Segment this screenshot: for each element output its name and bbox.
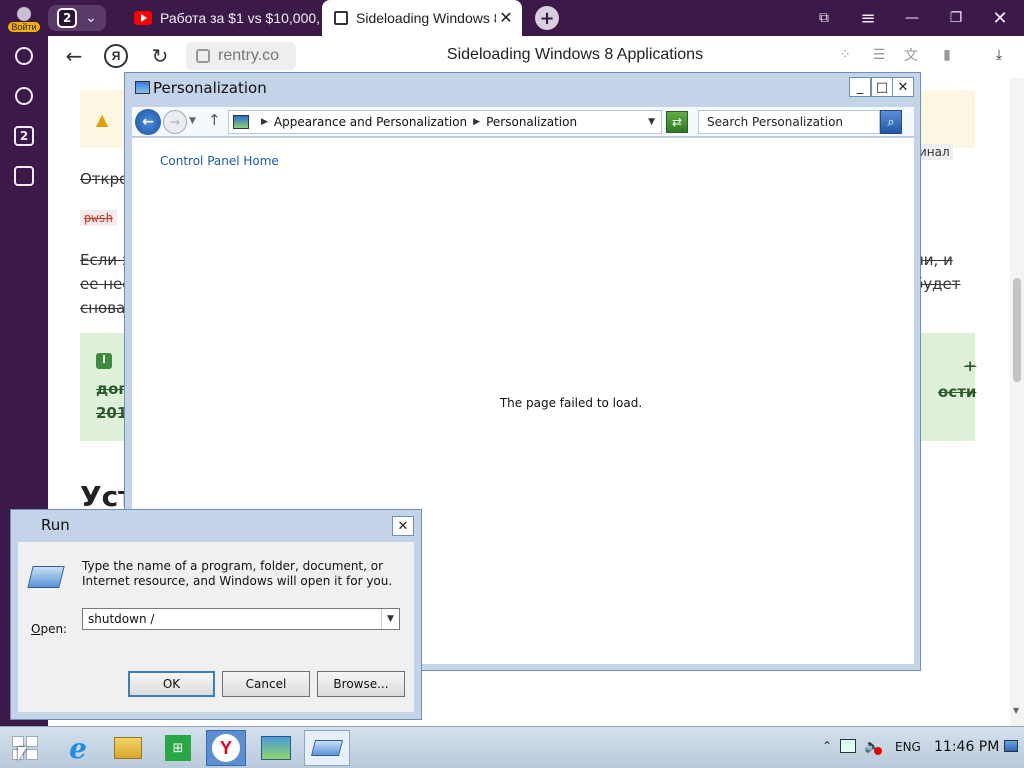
- avatar-icon: [17, 6, 31, 21]
- translate-icon[interactable]: 文: [902, 46, 920, 64]
- breadcrumb-personalization[interactable]: Personalization: [486, 115, 577, 129]
- url-field[interactable]: rentry.co: [186, 42, 296, 70]
- minimize-icon[interactable]: —: [900, 6, 924, 30]
- scrollbar[interactable]: ▼: [1010, 78, 1024, 726]
- file-explorer-icon[interactable]: [108, 730, 148, 766]
- tab-strip: Войти 2 ⌄ Работа за $1 vs $10,000,00 Sid…: [0, 0, 1024, 36]
- run-dialog: Run ✕ Type the name of a program, folder…: [10, 509, 422, 720]
- internet-explorer-icon[interactable]: e: [58, 730, 98, 766]
- scroll-down-icon[interactable]: ▼: [1013, 706, 1021, 715]
- control-panel-icon: [233, 115, 249, 129]
- language-indicator[interactable]: ENG: [895, 740, 921, 754]
- control-panel-home-link[interactable]: Control Panel Home: [160, 154, 279, 168]
- title-bar[interactable]: Personalization: [125, 73, 920, 103]
- cancel-button[interactable]: Cancel: [222, 671, 310, 697]
- reader-icon[interactable]: ☰: [870, 46, 888, 64]
- error-message: The page failed to load.: [499, 396, 643, 410]
- menu-icon[interactable]: ≡: [856, 6, 880, 30]
- download-icon[interactable]: ⤓: [990, 46, 1008, 64]
- mute-badge-icon: [874, 747, 882, 755]
- network-icon[interactable]: [840, 739, 856, 753]
- ok-button[interactable]: OK: [128, 671, 215, 697]
- apps-icon[interactable]: ⁘: [836, 46, 854, 64]
- rentry-icon: [334, 11, 348, 25]
- close-button[interactable]: ✕: [892, 77, 914, 97]
- video-icon[interactable]: [12, 84, 36, 108]
- info-text-tail: + ости: [938, 357, 977, 401]
- up-arrow-icon[interactable]: ↑: [208, 111, 221, 129]
- window-title: Personalization: [153, 79, 267, 97]
- restore-icon[interactable]: ❐: [944, 6, 968, 30]
- control-panel-taskbar-icon[interactable]: [256, 730, 296, 766]
- close-tab-icon[interactable]: ✕: [496, 8, 516, 28]
- forward-icon[interactable]: →: [163, 110, 187, 134]
- tabs-icon[interactable]: 2: [12, 124, 36, 148]
- close-icon[interactable]: ✕: [988, 6, 1012, 30]
- paragraph: Откро: [80, 170, 129, 188]
- camera-icon[interactable]: [12, 164, 36, 188]
- yandex-icon[interactable]: Я: [104, 44, 128, 68]
- history-icon[interactable]: [12, 44, 36, 68]
- inline-code: инал: [916, 144, 953, 160]
- breadcrumb-arrow-icon[interactable]: ▶: [261, 117, 268, 127]
- youtube-icon: [134, 11, 152, 25]
- new-tab-button[interactable]: +: [535, 6, 559, 30]
- back-arrow-icon[interactable]: ←: [62, 44, 86, 68]
- maximize-button[interactable]: □: [871, 77, 893, 97]
- bookmarks-panel-icon[interactable]: ⧉: [812, 6, 836, 30]
- run-icon: [27, 566, 65, 588]
- dialog-title: Run: [41, 516, 70, 534]
- title-bar[interactable]: Run: [11, 510, 421, 540]
- tab-youtube[interactable]: Работа за $1 vs $10,000,00: [124, 0, 320, 36]
- tab-title: Работа за $1 vs $10,000,00: [160, 10, 320, 26]
- breadcrumb-arrow-icon[interactable]: ▶: [473, 117, 480, 127]
- tabs-overview-button[interactable]: 2 ⌄: [48, 5, 106, 31]
- refresh-icon[interactable]: ⇄: [666, 111, 688, 133]
- dialog-body: Type the name of a program, folder, docu…: [18, 542, 414, 712]
- open-label: Open:: [31, 622, 68, 636]
- minimize-button[interactable]: _: [849, 77, 871, 97]
- open-input[interactable]: [83, 609, 381, 629]
- show-desktop-icon[interactable]: [1004, 740, 1018, 752]
- scroll-thumb[interactable]: [1013, 278, 1021, 382]
- address-dropdown-icon[interactable]: ▼: [648, 117, 655, 127]
- taskbar: e ⊞ Y ⌃ 🔈 ENG 11:46 PM: [0, 726, 1024, 768]
- show-hidden-icons-icon[interactable]: ⌃: [822, 739, 832, 753]
- search-icon[interactable]: ⌕: [880, 110, 902, 134]
- open-combobox[interactable]: ▼: [82, 608, 400, 630]
- control-panel-icon: [135, 81, 150, 94]
- address-field[interactable]: ▶ Appearance and Personalization ▶ Perso…: [228, 110, 662, 134]
- dialog-description: Type the name of a program, folder, docu…: [82, 559, 393, 588]
- warning-icon: ▲: [96, 110, 109, 129]
- breadcrumb-appearance[interactable]: Appearance and Personalization: [274, 115, 467, 129]
- bookmark-icon[interactable]: ▮: [938, 46, 956, 64]
- mouse-cursor-icon: [18, 747, 27, 761]
- page-title: Sideloading Windows 8 Applications: [446, 46, 704, 63]
- browse-button[interactable]: Browse...: [317, 671, 405, 697]
- info-icon: i: [96, 353, 112, 369]
- profile-button[interactable]: Войти: [6, 4, 42, 34]
- clock[interactable]: 11:46 PM: [934, 739, 999, 755]
- store-icon[interactable]: ⊞: [158, 730, 198, 766]
- profile-label: Войти: [8, 21, 40, 32]
- back-icon[interactable]: ←: [135, 109, 161, 135]
- run-taskbar-icon[interactable]: [304, 730, 350, 766]
- close-button[interactable]: ✕: [392, 516, 414, 536]
- info-text: дог 201: [96, 380, 128, 422]
- url-text: rentry.co: [218, 47, 280, 64]
- tab-count-badge: 2: [57, 8, 78, 28]
- lock-icon: [196, 49, 210, 63]
- chevron-down-icon: ⌄: [85, 10, 97, 26]
- reload-icon[interactable]: ↻: [148, 44, 172, 68]
- code-snippet: pwsh: [80, 210, 117, 226]
- navigation-bar: ← → ▼ ↑ ▶ Appearance and Personalization…: [132, 107, 914, 137]
- search-input[interactable]: Search Personalization: [698, 110, 880, 134]
- tab-sideloading[interactable]: Sideloading Windows 8 ✕: [322, 0, 522, 36]
- chevron-down-icon[interactable]: ▼: [381, 609, 399, 629]
- yandex-browser-icon[interactable]: Y: [206, 730, 246, 766]
- recent-pages-dropdown[interactable]: ▼: [189, 116, 196, 126]
- tab-title: Sideloading Windows 8: [356, 10, 496, 26]
